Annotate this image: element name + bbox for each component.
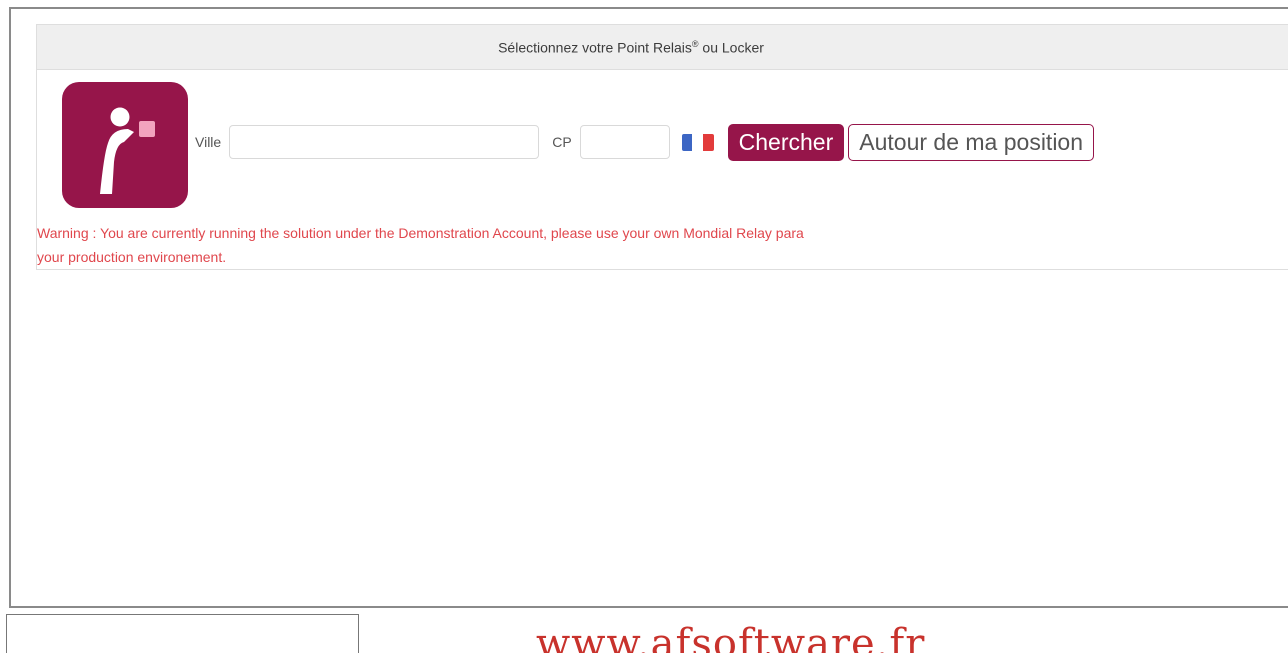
cp-input[interactable] [579,125,670,159]
relay-point-widget: Sélectionnez votre Point Relais® ou Lock… [36,24,1288,270]
search-button[interactable]: Chercher [727,123,845,161]
cp-label: CP [552,134,572,150]
around-my-position-button[interactable]: Autour de ma position [848,123,1095,161]
page: Sélectionnez votre Point Relais® ou Lock… [0,0,1288,653]
widget-header: Sélectionnez votre Point Relais® ou Lock… [37,25,1288,70]
france-flag-icon[interactable] [681,133,714,151]
mondial-relay-logo-icon [62,82,188,208]
header-title: Sélectionnez votre Point Relais® ou Lock… [498,39,764,56]
ville-label: Ville [195,134,222,150]
demo-account-warning: Warning : You are currently running the … [37,221,1288,269]
warning-line-1: Warning : You are currently running the … [37,225,804,241]
registered-mark: ® [691,38,699,49]
bottom-text-input[interactable] [6,614,359,653]
ville-input[interactable] [229,125,540,159]
header-title-suffix: ou Locker [698,39,764,56]
site-url-watermark: www.afsoftware.fr [536,621,926,653]
warning-line-2: your production environement. [37,249,227,265]
search-form: Ville CP Chercher Autour de ma position [195,122,1095,162]
header-title-prefix: Sélectionnez votre Point Relais [498,39,692,56]
